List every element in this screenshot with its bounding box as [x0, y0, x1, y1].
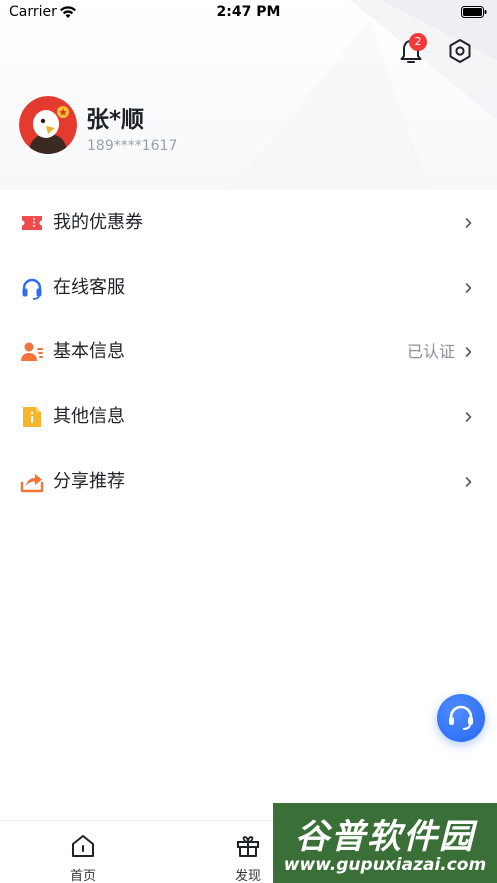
notification-badge: 2 — [409, 33, 427, 51]
chevron-right-icon — [465, 412, 472, 422]
battery-icon — [461, 6, 487, 18]
user-card-icon — [21, 342, 43, 361]
menu-item-label: 分享推荐 — [53, 471, 125, 492]
user-phone: 189****1617 — [87, 138, 178, 154]
menu-item-basic-info[interactable]: 基本信息 已认证 — [0, 320, 497, 384]
chevron-right-icon — [465, 477, 472, 487]
menu-item-label: 在线客服 — [53, 277, 125, 298]
coupon-icon — [22, 216, 42, 230]
avatar[interactable] — [19, 96, 77, 154]
headset-icon — [22, 278, 42, 300]
share-icon — [20, 474, 44, 493]
tab-label: 首页 — [69, 869, 96, 883]
settings-icon[interactable] — [446, 37, 474, 65]
menu-item-coupons[interactable]: 我的优惠券 — [0, 191, 497, 255]
profile-header — [0, 0, 497, 190]
header-decoration — [230, 0, 497, 190]
user-name: 张*顺 — [86, 107, 145, 133]
watermark-url: www.gupuxiazai.com — [283, 855, 487, 875]
watermark-overlay: 谷普软件园 www.gupuxiazai.com — [273, 803, 497, 883]
clock: 2:47 PM — [216, 4, 281, 20]
menu-item-share[interactable]: 分享推荐 — [0, 450, 497, 514]
menu-item-other-info[interactable]: 其他信息 — [0, 385, 497, 449]
watermark-title: 谷普软件园 — [295, 817, 475, 857]
chevron-right-icon — [465, 347, 472, 357]
home-icon — [72, 835, 94, 857]
menu-item-label: 其他信息 — [53, 406, 125, 427]
menu-item-online-service[interactable]: 在线客服 — [0, 256, 497, 320]
floating-support-button[interactable] — [437, 694, 485, 742]
gift-icon — [237, 836, 259, 857]
headset-icon — [449, 705, 473, 730]
menu-item-label: 基本信息 — [53, 341, 125, 362]
menu-item-label: 我的优惠券 — [53, 212, 143, 233]
verification-status: 已认证 — [406, 342, 455, 361]
status-bar: Carrier 2:47 PM — [0, 0, 497, 26]
chevron-right-icon — [465, 218, 472, 228]
info-icon — [23, 407, 41, 427]
chevron-right-icon — [465, 283, 472, 293]
tab-home[interactable]: 首页 — [43, 821, 123, 883]
